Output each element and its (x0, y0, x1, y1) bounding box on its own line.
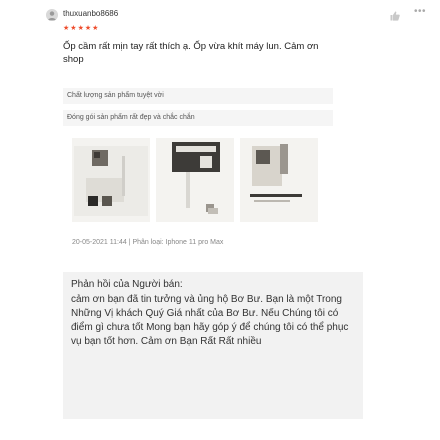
review-meta: 20-05-2021 11:44 | Phân loại: Iphone 11 … (72, 239, 224, 246)
review-photo[interactable] (240, 138, 318, 222)
rating-stars: ★ ★ ★ ★ ★ (63, 25, 98, 33)
seller-reply-box: Phản hồi của Người bán: cảm ơn bạn đã ti… (63, 272, 363, 419)
more-dots-icon[interactable]: ••• (414, 7, 426, 17)
review-comment: Ốp cầm rất mịn tay rất thích ạ. Ốp vừa k… (63, 41, 319, 65)
star-icon: ★ (63, 25, 70, 32)
star-icon: ★ (70, 25, 77, 32)
star-icon: ★ (92, 25, 99, 32)
review-tag: Đóng gói sản phẩm rất đẹp và chắc chắn (63, 110, 333, 126)
reviewer-username[interactable]: thuxuanbo8686 (63, 9, 118, 18)
thumbs-up-icon[interactable] (390, 8, 400, 21)
review-media-row (72, 138, 318, 222)
review-photo[interactable] (72, 138, 150, 222)
seller-reply-title: Phản hồi của Người bán: (71, 279, 183, 290)
seller-reply-text: cảm ơn bạn đã tin tưởng và ủng hộ Bơ Bư.… (71, 294, 349, 347)
review-photo[interactable] (156, 138, 234, 222)
star-icon: ★ (84, 25, 92, 32)
star-icon: ★ (77, 25, 84, 32)
review-tag: Chất lượng sản phẩm tuyệt vời (63, 88, 333, 104)
user-avatar-icon[interactable] (46, 9, 58, 21)
